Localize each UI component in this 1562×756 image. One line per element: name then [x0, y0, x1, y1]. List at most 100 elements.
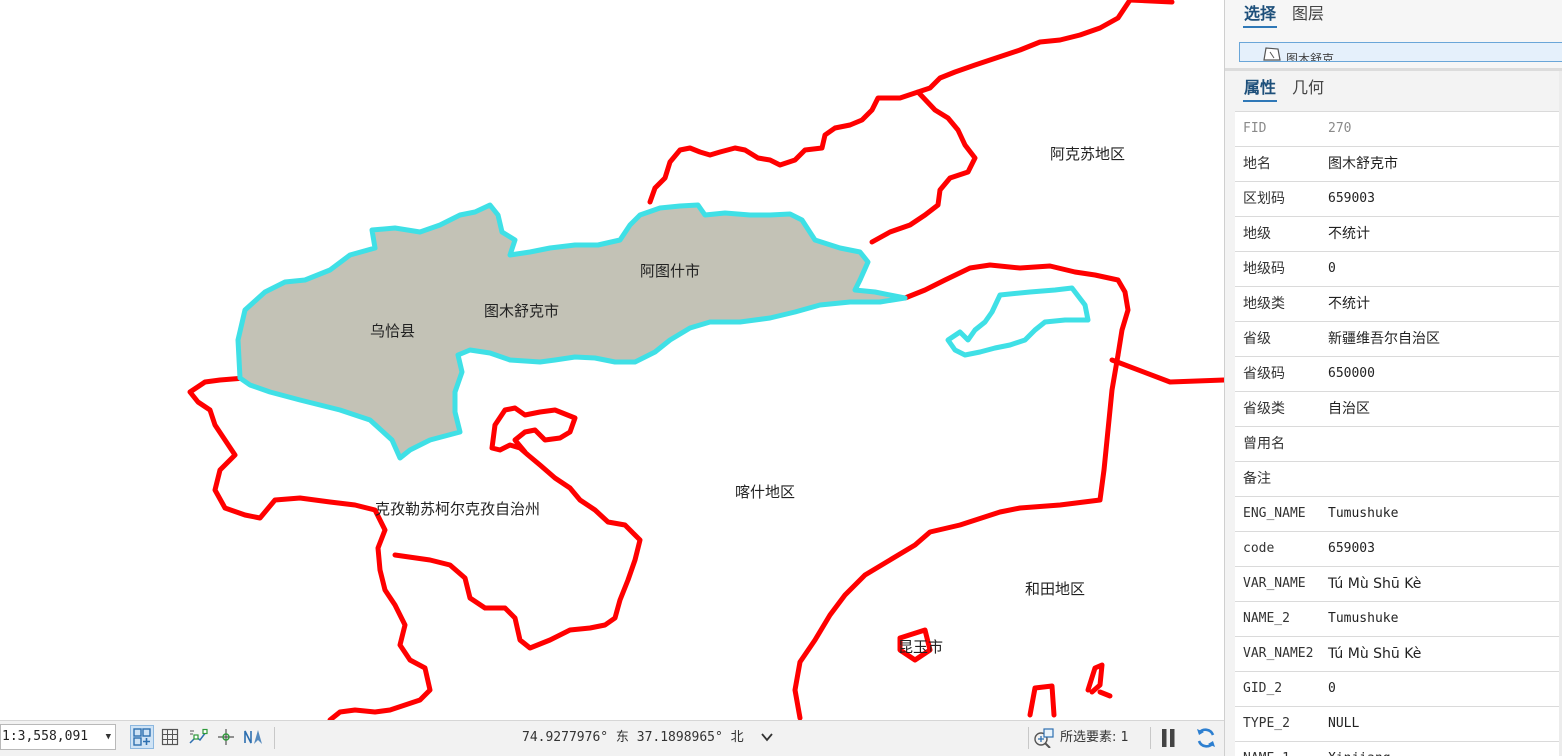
attribute-row[interactable]: 省级码 650000 [1235, 357, 1562, 392]
attribute-field-value[interactable]: 不统计 [1328, 217, 1370, 251]
attributes-pane: 选择 图层 图木舒克 属性 几何 FID 270 地名 图木舒克市 区划码 659003 地… [1224, 0, 1562, 756]
attribute-field-name: code [1243, 541, 1275, 556]
attribute-row[interactable]: VAR_NAME Tú Mù Shū Kè [1235, 567, 1562, 602]
attribute-field-name: NAME_1 [1243, 742, 1290, 756]
map-label-kashgar: 喀什地区 [735, 483, 796, 501]
boundary-east-spur [1109, 357, 1224, 385]
map-label-wuqia: 乌恰县 [370, 322, 416, 340]
attribute-field-name: 地名 [1243, 156, 1271, 172]
polygon-feature-icon [1263, 47, 1281, 61]
grid-button[interactable] [158, 725, 182, 749]
boundary-kizilsu-inner [392, 405, 643, 651]
attribute-row[interactable]: 地级码 0 [1235, 252, 1562, 287]
attribute-field-value[interactable]: 新疆维吾尔自治区 [1328, 322, 1440, 356]
selected-feature-tumushuke[interactable] [235, 202, 908, 461]
attribute-row[interactable]: code 659003 [1235, 532, 1562, 567]
tab-layers[interactable]: 图层 [1291, 2, 1325, 26]
attribute-field-value[interactable]: 659003 [1328, 532, 1375, 566]
chevron-down-icon[interactable] [760, 730, 774, 744]
fixed-zoom-button[interactable] [130, 725, 154, 749]
attribute-field-name: VAR_NAME [1243, 576, 1306, 591]
selected-feature-exclave[interactable] [945, 285, 1091, 358]
attribute-field-value[interactable]: Tú Mù Shū Kè [1328, 637, 1421, 671]
attribute-field-value[interactable]: Tumushuke [1328, 497, 1398, 531]
selection-section: 选择 图层 图木舒克 [1225, 0, 1562, 68]
attribute-row[interactable]: VAR_NAME2 Tú Mù Shū Kè [1235, 637, 1562, 672]
attribute-row[interactable]: FID 270 [1235, 111, 1562, 147]
attribute-row[interactable]: 地级类 不统计 [1235, 287, 1562, 322]
north-arrow-button[interactable] [242, 725, 266, 749]
north-arrow-icon [244, 730, 262, 744]
attribute-field-value[interactable]: 659003 [1328, 182, 1375, 216]
attribute-field-value[interactable]: Tumushuke [1328, 602, 1398, 636]
tab-attributes[interactable]: 属性 [1243, 76, 1278, 102]
attribute-table: FID 270 地名 图木舒克市 区划码 659003 地级 不统计 地级码 0 地级类 不统计 省级新… [1235, 111, 1562, 756]
grid-zoom-icon [133, 728, 151, 746]
tab-selection[interactable]: 选择 [1243, 2, 1278, 28]
attribute-field-name: 备注 [1243, 471, 1271, 487]
attribute-field-value[interactable]: 270 [1328, 112, 1351, 146]
attribute-field-name: ENG_NAME [1243, 506, 1306, 521]
attribute-row[interactable]: 地级 不统计 [1235, 217, 1562, 252]
attribute-row[interactable]: NAME_2 Tumushuke [1235, 602, 1562, 637]
refresh-icon[interactable] [1194, 726, 1218, 750]
attribute-field-value[interactable]: 不统计 [1328, 287, 1370, 321]
attribute-row[interactable]: 备注 [1235, 462, 1562, 497]
selected-feature-name: 图木舒克 [1286, 52, 1335, 62]
selected-features-count: 所选要素: 1 [1060, 730, 1129, 745]
pause-icon[interactable] [1160, 728, 1178, 748]
crosshair-icon [218, 729, 234, 745]
attribute-field-value[interactable]: 图木舒克市 [1328, 147, 1398, 181]
map-label-atushi: 阿图什市 [640, 262, 701, 280]
attribute-field-value[interactable]: 650000 [1328, 357, 1375, 391]
attribute-row[interactable]: NAME_1 Xinjiang [1235, 742, 1562, 756]
attribute-field-value[interactable]: Xinjiang [1328, 742, 1391, 756]
attribute-field-value[interactable]: NULL [1328, 707, 1359, 741]
crosshair-button[interactable] [214, 725, 238, 749]
statusbar-divider [1028, 727, 1029, 749]
map-view[interactable]: 阿克苏地区 阿图什市 图木舒克市 乌恰县 克孜勒苏柯尔克孜自治州 喀什地区 和田… [0, 0, 1224, 720]
tab-geometry[interactable]: 几何 [1291, 76, 1325, 100]
attribute-field-name: 省级码 [1243, 366, 1285, 382]
statusbar-divider [1150, 727, 1151, 749]
coordinate-readout: 74.9277976° 东 37.1898965° 北 [522, 730, 744, 745]
attribute-field-value[interactable]: 自治区 [1328, 392, 1370, 426]
attribute-row[interactable]: 省级 新疆维吾尔自治区 [1235, 322, 1562, 357]
attribute-row[interactable]: 地名 图木舒克市 [1235, 147, 1562, 182]
scale-value: 1:3,558,091 [2, 729, 89, 744]
attribute-field-name: 地级类 [1243, 296, 1285, 312]
attribute-field-name: 地级码 [1243, 261, 1285, 277]
map-label-hotan: 和田地区 [1025, 580, 1086, 598]
selected-feature-list-item[interactable]: 图木舒克 [1239, 42, 1562, 62]
map-label-kunyu: 昆玉市 [898, 638, 944, 656]
attribute-field-name: GID_2 [1243, 681, 1283, 696]
attribute-field-value[interactable]: 0 [1328, 672, 1336, 706]
scale-dropdown[interactable]: 1:3,558,091 ▼ [0, 724, 116, 750]
attribute-row[interactable]: 区划码 659003 [1235, 182, 1562, 217]
boundary-kashgar-east [792, 352, 1121, 720]
attribute-row[interactable]: 曾用名 [1235, 427, 1562, 462]
attribute-field-value[interactable]: Tú Mù Shū Kè [1328, 567, 1421, 601]
boundary-north [647, 0, 1175, 205]
attribute-field-name: 曾用名 [1243, 436, 1285, 452]
attribute-field-name: 区划码 [1243, 191, 1285, 207]
map-label-aksu: 阿克苏地区 [1050, 145, 1126, 163]
upper-tabs: 选择 图层 [1243, 2, 1325, 28]
attribute-field-name: FID [1243, 121, 1267, 136]
chevron-down-icon[interactable]: ▼ [106, 725, 111, 749]
boundary-aksu-west [869, 89, 978, 245]
map-canvas[interactable] [0, 0, 1224, 720]
attribute-row[interactable]: 省级类 自治区 [1235, 392, 1562, 427]
zoom-to-selection-icon[interactable] [1033, 728, 1055, 748]
attribute-row[interactable]: TYPE_2 NULL [1235, 707, 1562, 742]
attribute-row[interactable]: ENG_NAME Tumushuke [1235, 497, 1562, 532]
attribute-field-value[interactable]: 0 [1328, 252, 1336, 286]
snapping-button[interactable] [186, 725, 210, 749]
attribute-row[interactable]: GID_2 0 [1235, 672, 1562, 707]
attribute-field-name: 地级 [1243, 226, 1271, 242]
map-status-bar: 1:3,558,091 ▼ 74.9277976° 东 37.1898965° … [0, 720, 1224, 756]
attribute-field-name: NAME_2 [1243, 611, 1290, 626]
map-label-tumushuke: 图木舒克市 [484, 302, 560, 320]
statusbar-divider [274, 727, 275, 749]
attribute-section: 属性 几何 FID 270 地名 图木舒克市 区划码 659003 地级 不统计 地级码 0 地级类… [1225, 71, 1562, 756]
